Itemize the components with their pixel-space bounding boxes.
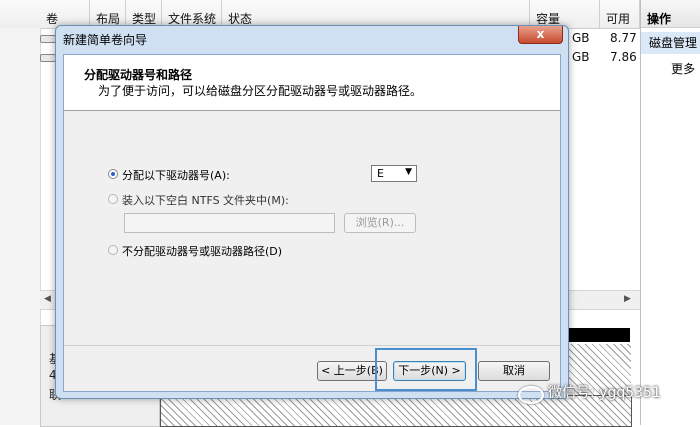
actions-header: 操作 — [641, 0, 700, 28]
action-disk-management[interactable]: 磁盘管理 — [641, 32, 700, 54]
console-left-pane — [0, 28, 41, 425]
column-free[interactable]: 可用 — [600, 0, 640, 28]
actions-pane: 操作 磁盘管理 更多 — [640, 0, 700, 425]
disk-icon — [40, 35, 56, 43]
column-layout[interactable]: 布局 — [90, 0, 126, 28]
scroll-left-icon[interactable]: ◀ — [44, 294, 51, 304]
mount-folder-label[interactable]: 装入以下空白 NTFS 文件夹中(M): — [122, 192, 289, 208]
next-button-highlight — [375, 348, 477, 391]
page-subtitle: 为了便于访问，可以给磁盘分区分配驱动器号或驱动器路径。 — [98, 84, 423, 98]
watermark: 微信号: ygq5351 — [548, 385, 661, 401]
scroll-right-icon[interactable]: ▶ — [624, 294, 631, 304]
action-more[interactable]: 更多 — [671, 60, 695, 77]
page-title: 分配驱动器号和路径 — [84, 68, 193, 82]
drive-letter-select[interactable]: E ▼ — [371, 165, 417, 182]
divider — [64, 345, 560, 346]
column-type[interactable]: 类型 — [126, 0, 162, 28]
dialog-content: 分配驱动器号和路径 为了便于访问，可以给磁盘分区分配驱动器号或驱动器路径。 分配… — [63, 54, 561, 392]
wizard-header: 分配驱动器号和路径 为了便于访问，可以给磁盘分区分配驱动器号或驱动器路径。 — [64, 55, 560, 111]
row-1-capacity-unit: GB — [572, 31, 590, 45]
row-2-free: 7.86 — [610, 50, 637, 64]
browse-button[interactable]: 浏览(R)... — [344, 213, 416, 233]
folder-path-input[interactable] — [124, 213, 335, 233]
assign-letter-radio[interactable] — [108, 169, 118, 179]
wechat-icon — [518, 386, 544, 404]
column-status[interactable]: 状态 — [222, 0, 530, 28]
mount-folder-radio[interactable] — [108, 194, 118, 204]
column-filesystem[interactable]: 文件系统 — [162, 0, 222, 28]
row-2-capacity-unit: GB — [572, 50, 590, 64]
assign-letter-label[interactable]: 分配以下驱动器号(A): — [122, 167, 230, 183]
drive-letter-value: E — [377, 167, 384, 180]
dialog-title: 新建简单卷向导 — [63, 33, 148, 47]
new-simple-volume-wizard: 新建简单卷向导 x 分配驱动器号和路径 为了便于访问，可以给磁盘分区分配驱动器号… — [55, 25, 569, 399]
chevron-down-icon: ▼ — [405, 167, 412, 177]
disk-icon — [40, 54, 56, 62]
row-1-free: 8.77 — [610, 31, 637, 45]
column-volume[interactable]: 卷 — [40, 0, 90, 28]
no-assign-label[interactable]: 不分配驱动器号或驱动器路径(D) — [122, 243, 282, 259]
cancel-button[interactable]: 取消 — [478, 361, 550, 381]
column-capacity[interactable]: 容量 — [530, 0, 600, 28]
no-assign-radio[interactable] — [108, 245, 118, 255]
close-button[interactable]: x — [518, 26, 563, 44]
